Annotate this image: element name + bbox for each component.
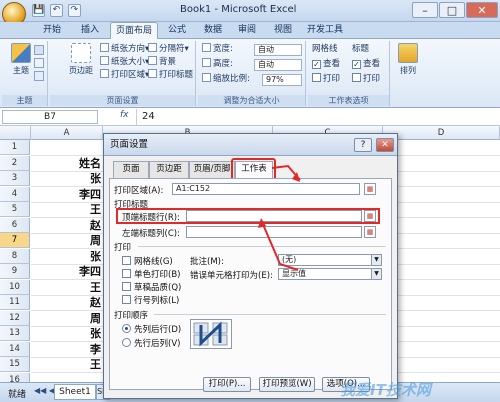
- watermark: 我爱IT技术网: [340, 381, 431, 399]
- annotation-arrow: [261, 221, 299, 271]
- annotation-arrows: [258, 164, 301, 271]
